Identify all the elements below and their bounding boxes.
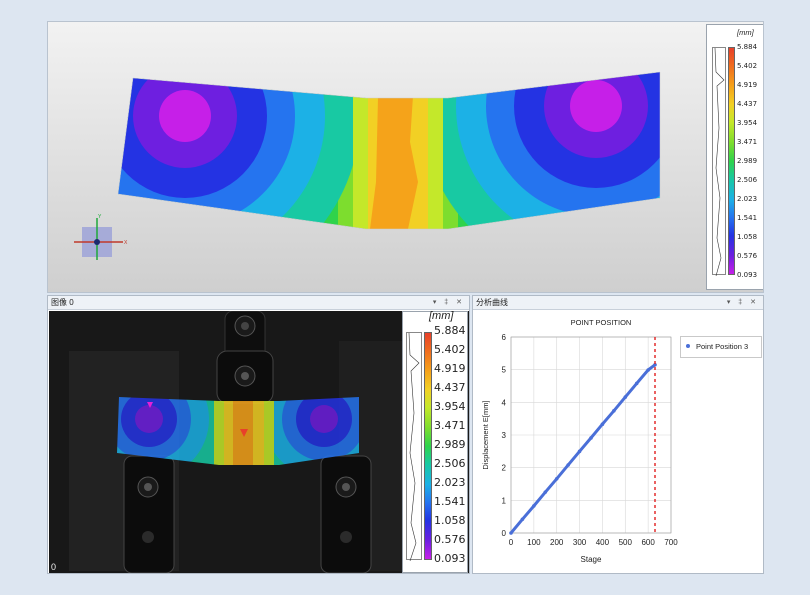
- legend-level-9: 1.541: [434, 495, 466, 508]
- series-line: [509, 363, 657, 535]
- data-point: [509, 531, 513, 535]
- data-point: [600, 422, 605, 427]
- specimen-3d-render: Y X: [74, 71, 661, 260]
- axis-triad-icon: Y X: [74, 214, 128, 260]
- chart-area[interactable]: 0 100 200 300 400 500 600 700 0 1 2 3 4 5 6 POINT POSIT…: [474, 311, 763, 573]
- y-tick-label: 6: [502, 333, 507, 342]
- legend-level-9: 1.541: [737, 214, 758, 222]
- x-tick-label: 600: [641, 538, 655, 547]
- legend-histogram: [406, 332, 422, 561]
- color-legend-top: [mm] 5.884 5.402 4.919 4.437 3.954 3.471…: [706, 24, 763, 290]
- series-legend-label: Point Position 3: [696, 342, 749, 351]
- y-axis-label: Displacement E[mm]: [481, 400, 490, 469]
- legend-level-12: 0.093: [737, 271, 758, 279]
- analysis-curve-panel[interactable]: 分析曲线 ▾ ‡ ✕ 0 100 200 300 400 500 600 700 0 1 2 3 4 5 6…: [472, 295, 764, 574]
- legend-level-3: 4.437: [737, 100, 758, 108]
- svg-text:X: X: [124, 240, 128, 246]
- x-tick-label: 0: [509, 538, 514, 547]
- displacement-contour: [118, 72, 660, 229]
- y-tick-label: 5: [502, 366, 507, 375]
- legend-level-5: 3.471: [737, 138, 758, 146]
- legend-level-12: 0.093: [434, 552, 466, 565]
- x-axis-label: Stage: [581, 555, 602, 564]
- panel-controls-icons[interactable]: ▾ ‡ ✕: [433, 296, 465, 310]
- data-point: [543, 490, 548, 494]
- legend-level-4: 3.954: [737, 119, 758, 127]
- image-panel-header: 图像 0 ▾ ‡ ✕: [48, 296, 469, 310]
- legend-color-bar: [728, 47, 735, 275]
- data-point: [589, 436, 593, 440]
- svg-text:Y: Y: [98, 214, 102, 220]
- data-point: [554, 476, 559, 481]
- legend-level-0: 5.884: [434, 324, 466, 337]
- x-tick-label: 300: [573, 538, 587, 547]
- image-index: 0: [51, 562, 57, 572]
- 3d-view-panel[interactable]: Y X [mm] 5.884 5.402 4.919 4.437 3.954 3…: [47, 21, 764, 293]
- camera-image[interactable]: 0 [mm] 5.884 5.402 4.919 4.437 3.954 3.4…: [49, 311, 469, 573]
- series-marker-icon: [686, 344, 690, 348]
- legend-histogram: [712, 47, 726, 276]
- legend-level-1: 5.402: [737, 62, 758, 70]
- data-point: [612, 409, 616, 413]
- data-point: [566, 463, 570, 467]
- y-tick-label: 4: [502, 398, 507, 407]
- legend-level-11: 0.576: [434, 533, 466, 546]
- analysis-panel-header: 分析曲线 ▾ ‡ ✕: [473, 296, 763, 310]
- image-panel-title: 图像 0: [51, 298, 74, 307]
- legend-level-7: 2.506: [737, 176, 758, 184]
- x-tick-label: 400: [596, 538, 610, 547]
- x-tick-label: 200: [550, 538, 564, 547]
- y-tick-label: 0: [502, 529, 507, 538]
- x-tick-label: 700: [664, 538, 678, 547]
- x-tick-label: 500: [619, 538, 633, 547]
- chart-title: POINT POSITION: [571, 318, 632, 327]
- legend-level-10: 1.058: [737, 233, 758, 241]
- data-point: [532, 504, 536, 508]
- legend-color-bar: [424, 332, 432, 560]
- legend-level-2: 4.919: [737, 81, 758, 89]
- legend-level-6: 2.989: [737, 157, 758, 165]
- legend-level-11: 0.576: [737, 252, 758, 260]
- color-legend-image: [mm] 5.884 5.402 4.919 4.437 3.954 3.471…: [402, 311, 468, 573]
- legend-level-6: 2.989: [434, 438, 466, 451]
- legend-unit: [mm]: [429, 311, 454, 322]
- data-point: [577, 449, 582, 454]
- y-tick-label: 2: [502, 464, 507, 473]
- data-point: [520, 517, 525, 522]
- legend-level-10: 1.058: [434, 514, 466, 527]
- legend-unit: [mm]: [737, 28, 754, 37]
- image-panel[interactable]: 图像 0 ▾ ‡ ✕ 0 [mm] 5.884 5.402 4.919 4.43…: [47, 295, 470, 574]
- y-tick-label: 3: [502, 431, 507, 440]
- series-legend: Point Position 3: [680, 336, 762, 358]
- legend-level-2: 4.919: [434, 362, 466, 375]
- data-point: [646, 368, 650, 372]
- analysis-panel-title: 分析曲线: [476, 298, 508, 307]
- legend-level-3: 4.437: [434, 381, 466, 394]
- legend-level-7: 2.506: [434, 457, 466, 470]
- panel-controls-icons[interactable]: ▾ ‡ ✕: [727, 296, 759, 310]
- legend-level-0: 5.884: [737, 43, 758, 51]
- legend-level-8: 2.023: [737, 195, 758, 203]
- x-tick-label: 100: [527, 538, 541, 547]
- legend-level-1: 5.402: [434, 343, 466, 356]
- legend-level-5: 3.471: [434, 419, 466, 432]
- legend-level-8: 2.023: [434, 476, 466, 489]
- data-point: [623, 395, 628, 399]
- legend-level-4: 3.954: [434, 400, 466, 413]
- y-tick-label: 1: [502, 496, 507, 505]
- data-point: [634, 381, 639, 386]
